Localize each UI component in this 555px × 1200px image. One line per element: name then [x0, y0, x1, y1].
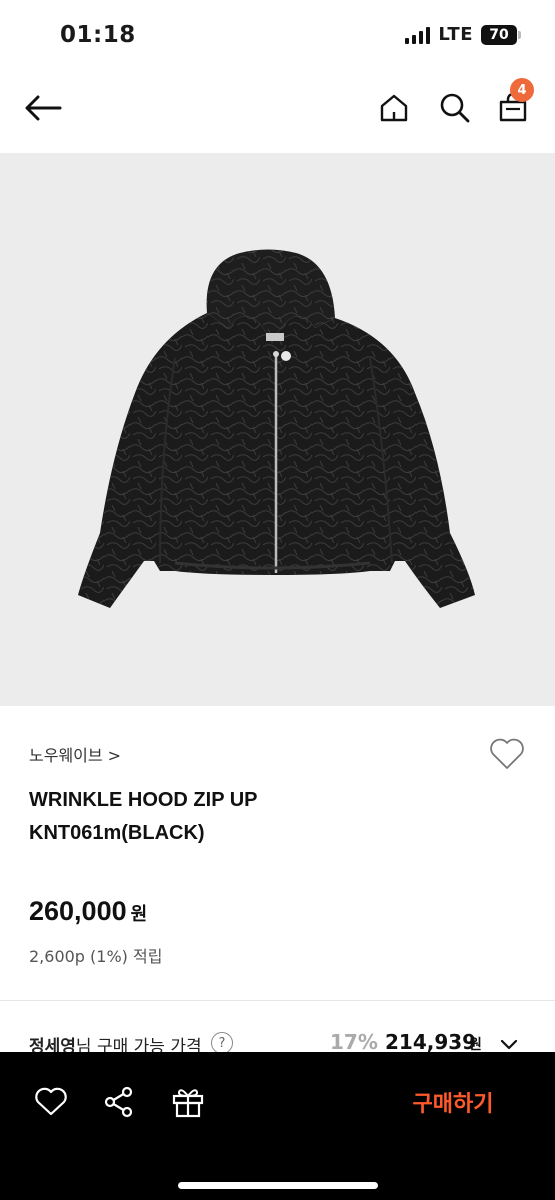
share-icon — [104, 1086, 133, 1118]
product-name-line2: KNT061m(BLACK) — [29, 822, 205, 844]
back-button[interactable] — [22, 90, 64, 126]
product-name: WRINKLE HOOD ZIP UP KNT061m(BLACK) — [29, 784, 469, 850]
like-button[interactable] — [33, 1084, 69, 1120]
status-time: 01:18 — [60, 22, 136, 48]
network-label: LTE — [438, 24, 473, 45]
battery-icon: 70 — [481, 24, 521, 45]
price-unit: 원 — [130, 904, 148, 925]
wishlist-button[interactable] — [488, 737, 526, 771]
gift-button[interactable] — [170, 1084, 206, 1120]
home-indicator — [178, 1182, 378, 1189]
price-row: 260,000 원 — [29, 896, 147, 927]
home-button[interactable] — [376, 90, 412, 126]
divider — [0, 1000, 555, 1001]
home-icon — [380, 94, 408, 122]
product-price: 260,000 — [29, 896, 127, 926]
heart-outline-icon — [490, 738, 524, 769]
help-icon[interactable]: ? — [211, 1032, 233, 1054]
buy-button[interactable]: 구매하기 — [386, 1080, 520, 1124]
product-name-line1: WRINKLE HOOD ZIP UP — [29, 789, 258, 811]
search-button[interactable] — [437, 90, 473, 126]
share-button[interactable] — [101, 1084, 137, 1120]
points-info: 2,600p (1%) 적립 — [29, 947, 163, 966]
discount-rate: 17% — [330, 1030, 378, 1054]
cart-count-badge: 4 — [510, 78, 534, 102]
expand-button[interactable] — [497, 1034, 521, 1054]
bottom-action-bar: 구매하기 — [0, 1052, 555, 1200]
back-arrow-icon — [25, 95, 62, 121]
heart-icon — [35, 1087, 67, 1116]
gift-icon — [172, 1089, 204, 1118]
brand-link[interactable]: 노우웨이브 > — [29, 742, 121, 766]
top-nav — [0, 68, 555, 152]
status-bar: 01:18 LTE 70 — [0, 0, 555, 68]
signal-icon — [405, 26, 431, 44]
jacket-image — [78, 249, 475, 608]
status-indicators: LTE 70 — [405, 24, 521, 45]
product-image[interactable] — [0, 153, 555, 706]
member-price-unit: 원 — [469, 1037, 482, 1053]
member-price-value: 214,939 — [385, 1030, 477, 1054]
chevron-down-icon — [500, 1039, 518, 1050]
search-icon — [440, 93, 470, 123]
